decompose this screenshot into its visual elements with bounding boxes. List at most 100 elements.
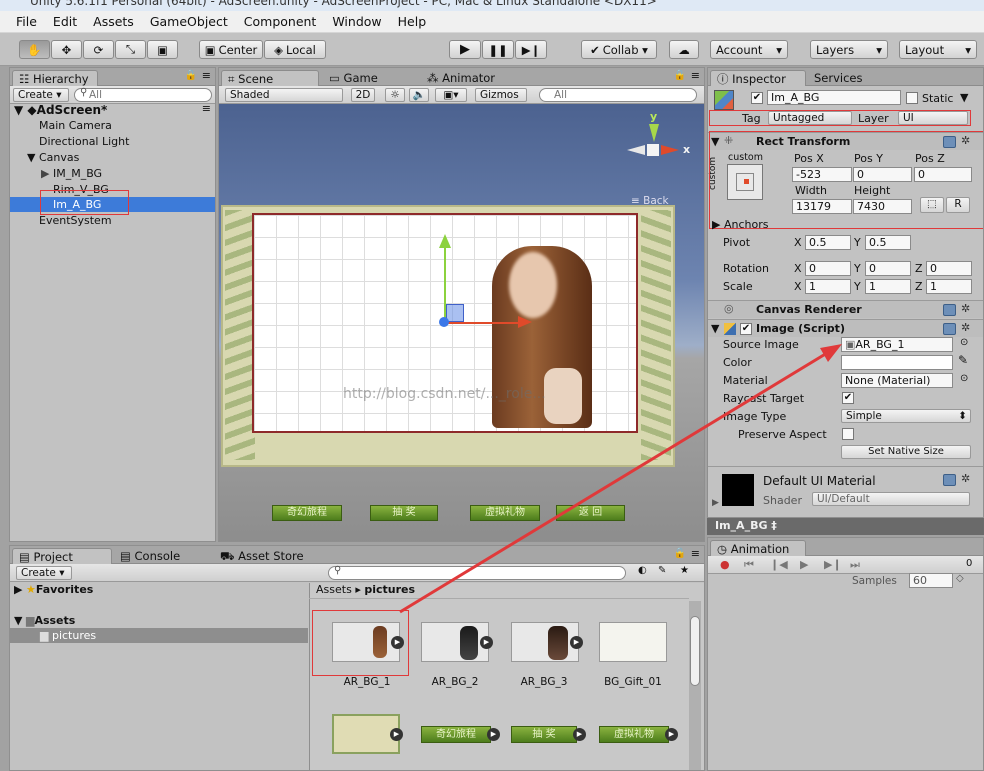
breadcrumb-assets[interactable]: Assets [316,583,352,596]
image-type-dropdown[interactable]: Simple ⬍ [841,409,971,423]
tab-scene[interactable]: ⌗ Scene [221,70,319,86]
source-image-field[interactable]: ▣AR_BG_1 [841,337,953,352]
hand-tool-button[interactable]: ✋ [19,40,50,59]
menu-edit[interactable]: Edit [53,14,77,29]
pivot-point[interactable] [439,317,449,327]
canvas-button-1[interactable]: 奇幻旅程 [272,505,342,521]
tab-hierarchy[interactable]: ☷ Hierarchy [12,70,98,86]
next-frame-icon[interactable]: ▶❙ [824,558,842,571]
eyedropper-icon[interactable]: ✎ [958,353,968,367]
add-keyframe-icon[interactable]: ◇ [956,573,964,584]
gizmo-y-cone[interactable] [649,124,659,142]
lock-icon[interactable]: 🔒 [674,548,686,559]
gear-icon[interactable]: ✲ [961,321,970,334]
favorites-folder[interactable]: ▶ ★Favorites [14,582,93,598]
rotation-x-input[interactable]: 0 [805,261,851,276]
pictures-folder[interactable]: ▆ pictures [40,628,96,644]
scale-tool-button[interactable]: ⤡ [115,40,146,59]
last-frame-icon[interactable]: ⏭ [850,558,860,572]
panel-menu-icon[interactable]: ≡ [691,547,700,560]
account-dropdown[interactable]: Account ▾ [710,40,788,59]
samples-input[interactable]: 60 [909,573,953,588]
help-book-icon[interactable] [943,474,956,486]
pivot-center-button[interactable]: ▣ Center [199,40,263,59]
hierarchy-create-dropdown[interactable]: Create ▾ [13,88,69,102]
layout-dropdown[interactable]: Layout ▾ [899,40,977,59]
move-handle-x-axis[interactable] [446,322,520,324]
thumb-button-3[interactable]: 虚拟礼物 [599,726,669,743]
frame-number[interactable]: 0 [966,558,972,569]
gear-icon[interactable]: ✲ [961,472,970,485]
static-dropdown-icon[interactable]: ▼ [960,91,968,104]
help-book-icon[interactable] [943,323,956,335]
menu-assets[interactable]: Assets [93,14,134,29]
active-checkbox[interactable]: ✔ [751,92,763,104]
step-button[interactable]: ▶❙ [515,40,547,59]
scale-x-input[interactable]: 1 [805,279,851,294]
material-field[interactable]: None (Material) [841,373,953,388]
menu-component[interactable]: Component [244,14,317,29]
thumb-frame-bg[interactable]: ▶ [332,714,403,754]
tab-inspector[interactable]: ⓘ Inspector [710,70,806,86]
play-animation-icon[interactable]: ▶ [800,558,808,571]
collab-button[interactable]: ✔ Collab ▾ [581,40,657,59]
hierarchy-item-directional-light[interactable]: Directional Light [39,134,129,150]
layers-dropdown[interactable]: Layers ▾ [810,40,888,59]
rotate-tool-button[interactable]: ⟳ [83,40,114,59]
scene-search-input[interactable]: All [539,88,697,102]
2d-toggle[interactable]: 2D [351,88,375,102]
tab-game[interactable]: ▭ Game [323,70,386,86]
play-button[interactable]: ▶ [449,40,481,59]
move-handle-y-arrow[interactable] [439,234,451,248]
play-preview-icon[interactable]: ▶ [665,728,678,741]
favorite-star-icon[interactable]: ★ [680,565,689,576]
project-search-input[interactable] [328,566,626,580]
lighting-toggle[interactable]: ☼ [385,88,405,102]
first-frame-icon[interactable]: ⏮ [744,558,754,572]
anchors-foldout[interactable]: ▶ Anchors [712,218,768,231]
gizmos-dropdown[interactable]: Gizmos ▾ [475,88,527,113]
tab-asset-store[interactable]: ⛟ Asset Store [214,548,312,564]
lock-icon[interactable]: 🔒 [674,70,686,81]
preview-bar[interactable]: Im_A_BG ‡ [707,518,984,535]
scene-menu-icon[interactable]: ≡ [202,102,211,115]
object-picker-icon[interactable]: ⊙ [960,373,968,384]
thumb-ar-bg-3[interactable]: ▶ [511,622,583,662]
breadcrumb-pictures[interactable]: pictures [364,583,415,596]
static-checkbox[interactable] [906,92,918,104]
canvas-button-3[interactable]: 虚拟礼物 [470,505,540,521]
menu-gameobject[interactable]: GameObject [150,14,228,29]
scale-y-input[interactable]: 1 [865,279,911,294]
object-name-input[interactable]: Im_A_BG [767,90,901,105]
pivot-x-input[interactable]: 0.5 [805,235,851,250]
menu-help[interactable]: Help [398,14,427,29]
image-script-header[interactable]: ▼ ✔ Image (Script) ✲ [708,319,983,337]
audio-toggle[interactable]: 🔈 [409,88,429,102]
thumb-ar-bg-2[interactable]: ▶ [421,622,493,662]
hierarchy-item-main-camera[interactable]: Main Camera [39,118,112,134]
collapsed-arrow-icon[interactable]: ▶ [712,498,719,508]
play-preview-icon[interactable]: ▶ [487,728,500,741]
scale-z-input[interactable]: 1 [926,279,972,294]
tab-services[interactable]: Services [808,70,871,86]
move-handle-x-arrow[interactable] [518,316,532,328]
asset-scrollbar-thumb[interactable] [690,616,700,686]
pivot-y-input[interactable]: 0.5 [865,235,911,250]
canvas-button-4[interactable]: 返 回 [556,505,625,521]
hierarchy-item-eventsystem[interactable]: EventSystem [39,213,112,229]
filter-label-icon[interactable]: ✎ [658,565,666,576]
shading-mode-dropdown[interactable]: Shaded [225,88,343,102]
color-swatch[interactable] [841,355,953,370]
hierarchy-search-input[interactable]: All [74,88,212,102]
gizmo-neg-x-cone[interactable] [627,145,645,155]
help-book-icon[interactable] [943,304,956,316]
scene-root[interactable]: ▼ ◆AdScreen* [14,102,107,118]
tab-project[interactable]: ▤ Project [12,548,112,564]
play-preview-icon[interactable]: ▶ [570,636,583,649]
move-tool-button[interactable]: ✥ [51,40,82,59]
lock-icon[interactable]: 🔒 [185,70,197,81]
tab-animation[interactable]: ◷ Animation [710,540,806,556]
menu-window[interactable]: Window [332,14,381,29]
rotation-y-input[interactable]: 0 [865,261,911,276]
project-create-dropdown[interactable]: Create ▾ [16,566,72,580]
